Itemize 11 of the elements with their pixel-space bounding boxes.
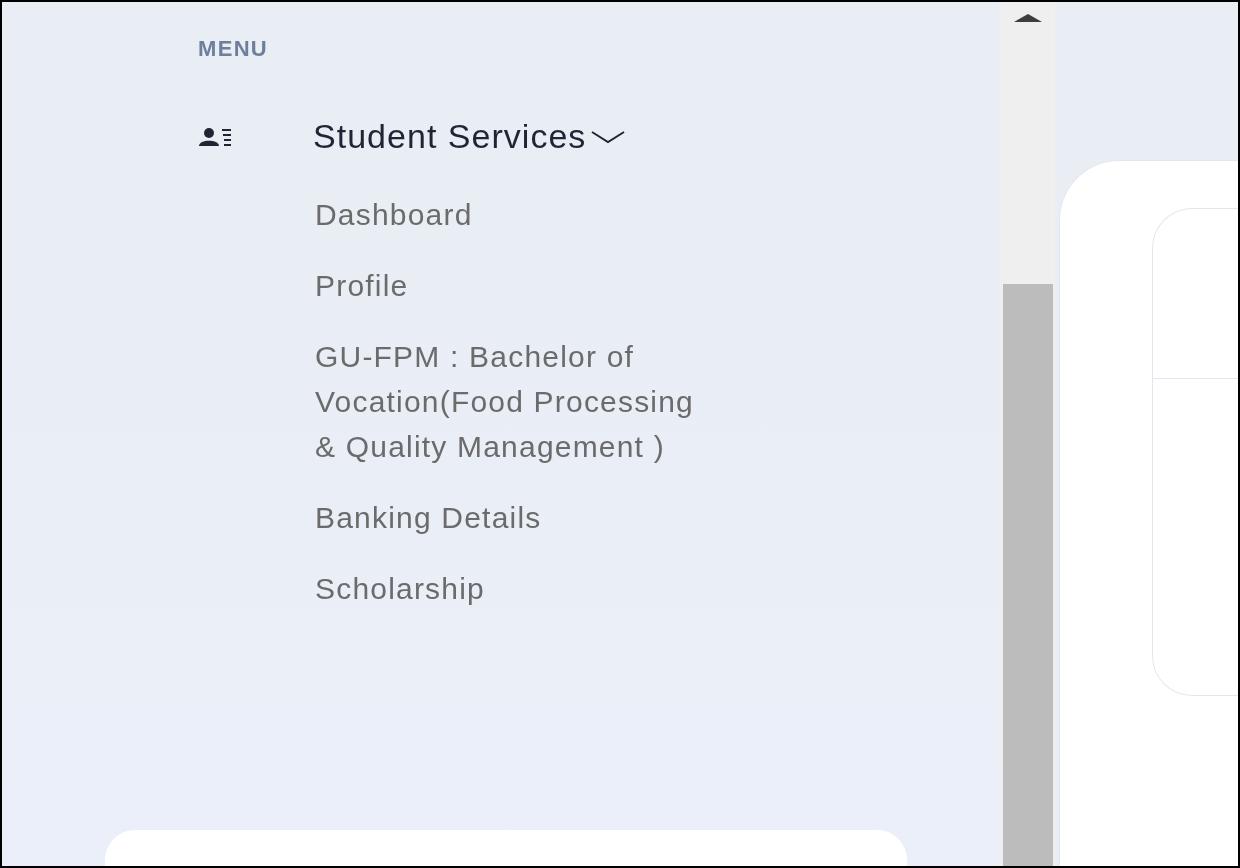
scrollbar[interactable] [1000, 2, 1055, 866]
menu-item[interactable]: GU-FPM : Bachelor of Vocation(Food Processing & Quality Management ) [315, 334, 705, 469]
menu-item[interactable]: Scholarship [315, 566, 705, 611]
menu-heading: MENU [198, 35, 269, 63]
scroll-up-icon[interactable] [1013, 12, 1042, 22]
menu-group[interactable]: Student Services [198, 111, 627, 162]
person-list-icon [198, 126, 232, 147]
menu-item[interactable]: Banking Details [315, 495, 705, 540]
scrollbar-thumb[interactable] [1002, 284, 1053, 866]
menu-item[interactable]: Profile [315, 263, 705, 308]
menu-item[interactable]: Dashboard [315, 192, 705, 237]
